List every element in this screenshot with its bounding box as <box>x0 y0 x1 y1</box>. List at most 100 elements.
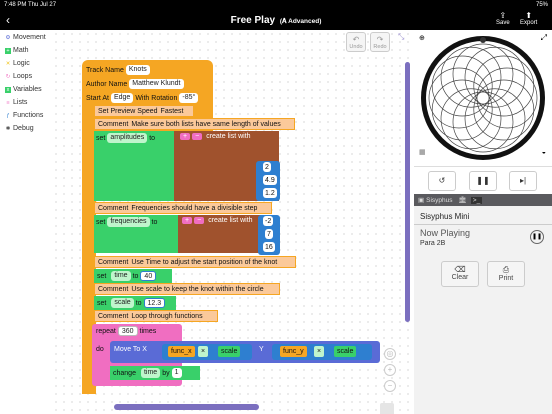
track-name: Para 2B <box>420 240 446 247</box>
zoom-out-icon[interactable]: − <box>384 380 396 392</box>
preview-speed-value[interactable]: Fastest <box>161 108 184 115</box>
logic-icon: ✕ <box>5 60 11 67</box>
export-button[interactable]: ⬆ Export <box>520 11 537 26</box>
save-label: Save <box>496 20 510 26</box>
category-logic[interactable]: ✕ Logic <box>0 57 52 70</box>
variable-dropdown[interactable]: time <box>111 271 131 281</box>
amp-value-1[interactable]: 2 <box>263 162 271 172</box>
category-lists[interactable]: ≡ Lists <box>0 96 52 109</box>
comment-block-4[interactable]: Comment Use scale to keep the knot within… <box>94 283 280 295</box>
category-label: Functions <box>13 112 44 119</box>
print-button[interactable]: ⎙ Print <box>487 261 525 287</box>
minus-icon[interactable]: − <box>192 133 203 140</box>
scale-variable[interactable]: scale <box>334 346 357 357</box>
amp-value-3[interactable]: 1.2 <box>263 188 277 198</box>
export-label: Export <box>520 20 538 26</box>
building-icon[interactable]: 🏛 <box>459 196 467 204</box>
zoom-reset-icon[interactable]: ◎ <box>384 348 396 360</box>
comment-block-2[interactable]: Comment Frequencies should have a divisib… <box>94 202 272 214</box>
variable-dropdown[interactable]: scale <box>111 298 134 308</box>
preview-speed-block[interactable]: Set Preview Speed Fastest <box>94 105 194 117</box>
advanced-badge[interactable]: (𝐀 Advanced) <box>280 18 322 25</box>
set-label: set <box>97 272 107 280</box>
freq-value-1[interactable]: -2 <box>263 216 274 226</box>
comment-text[interactable]: Loop through functions <box>131 313 202 320</box>
undo-button[interactable]: ↶ Undo <box>346 32 366 52</box>
pause-circle-icon[interactable]: ❚❚ <box>530 230 544 244</box>
redo-button[interactable]: ↷ Redo <box>370 32 390 52</box>
device-info: Sisyphus Mini Now Playing Para 2B ❚❚ <box>414 206 552 414</box>
category-debug[interactable]: ✱ Debug <box>0 122 52 135</box>
speed-icon[interactable]: ◒ <box>542 149 546 156</box>
comment-text[interactable]: Make sure both lists have same length of… <box>131 121 280 128</box>
sand-table-preview <box>421 36 545 160</box>
to-label: to <box>151 218 158 226</box>
pause-icon[interactable]: ❚❚ <box>469 171 497 191</box>
set-label: set <box>96 218 106 226</box>
category-variables[interactable]: x Variables <box>0 83 52 96</box>
variable-dropdown[interactable]: amplitudes <box>107 133 148 143</box>
set-scale-block[interactable]: set scale to 12.3 <box>94 296 176 310</box>
expand-icon[interactable]: ⤢ <box>541 33 547 43</box>
variable-dropdown[interactable]: time <box>140 368 161 378</box>
comment-label: Comment <box>98 312 129 320</box>
start-at-field[interactable]: Edge <box>110 93 134 103</box>
comment-block-3[interactable]: Comment Use Time to adjust the start posi… <box>94 256 296 268</box>
freq-value-2[interactable]: 7 <box>265 229 273 239</box>
minus-icon[interactable]: − <box>194 217 205 224</box>
time-value[interactable]: 40 <box>140 271 157 281</box>
repeat-count[interactable]: 360 <box>117 326 138 336</box>
comment-block-1[interactable]: Comment Make sure both lists have same le… <box>94 118 295 130</box>
scale-variable[interactable]: scale <box>218 346 241 357</box>
scale-value[interactable]: 12.3 <box>143 298 166 308</box>
collapse-icon[interactable]: ⤡ <box>398 32 404 42</box>
comment-block-5[interactable]: Comment Loop through functions <box>94 310 218 322</box>
device-panel: ⊕ ⤢ ▦ ◒ ↺ ❚❚ ▸| ▣ Sisyphus 🏛 >_ Sisyphus… <box>414 30 552 414</box>
change-time-block[interactable]: change time by 1 <box>110 366 200 380</box>
debug-icon: ✱ <box>5 125 11 132</box>
status-battery: 75% <box>535 2 548 8</box>
times-label: times <box>139 327 157 335</box>
locate-icon[interactable]: ⊕ <box>419 34 425 42</box>
comment-text[interactable]: Use Time to adjust the start position of… <box>131 259 277 266</box>
category-list: ⚙ Movement + Math ✕ Logic ↻ Loops x Variables… <box>0 30 52 414</box>
redo-icon: ↷ <box>376 35 384 44</box>
skip-icon[interactable]: ▸| <box>509 171 537 191</box>
author-field[interactable]: Matthew Klundt <box>129 79 184 89</box>
trash-icon[interactable] <box>380 403 394 414</box>
track-name-field[interactable]: Knots <box>125 65 150 75</box>
category-movement[interactable]: ⚙ Movement <box>0 31 52 44</box>
comment-text[interactable]: Frequencies should have a divisible step <box>131 205 257 212</box>
func-y-call[interactable]: func_y <box>280 346 307 357</box>
grid-icon[interactable]: ▦ <box>419 148 426 156</box>
terminal-icon[interactable]: >_ <box>470 196 483 204</box>
replay-icon[interactable]: ↺ <box>428 171 456 191</box>
horizontal-scrollbar[interactable] <box>114 404 259 410</box>
plus-icon[interactable]: + <box>182 217 193 224</box>
save-icon: ⇪ <box>499 11 507 20</box>
clear-button[interactable]: ⌫ Clear <box>441 261 479 287</box>
save-button[interactable]: ⇪ Save <box>496 11 510 26</box>
multiply-operator[interactable]: × <box>198 346 209 357</box>
amp-value-2[interactable]: 4.9 <box>263 175 277 185</box>
category-loops[interactable]: ↻ Loops <box>0 70 52 83</box>
rotation-field[interactable]: -85° <box>179 93 199 103</box>
freq-value-3[interactable]: 16 <box>263 242 275 252</box>
change-value[interactable]: 1 <box>171 368 182 378</box>
export-icon: ⬆ <box>525 11 533 20</box>
variable-dropdown[interactable]: frequencies <box>107 217 150 227</box>
vertical-scrollbar[interactable] <box>405 62 410 322</box>
pattern-preview: ⊕ ⤢ ▦ ◒ <box>414 30 552 166</box>
func-x-call[interactable]: func_x <box>168 346 195 357</box>
category-math[interactable]: + Math <box>0 44 52 57</box>
undo-label: Undo <box>349 44 363 50</box>
multiply-operator[interactable]: × <box>314 346 325 357</box>
y-label: Y <box>259 346 264 353</box>
category-functions[interactable]: ƒ Functions <box>0 109 52 122</box>
set-time-block[interactable]: set time to 40 <box>94 269 172 283</box>
plus-icon[interactable]: + <box>180 133 191 140</box>
tab-sisyphus[interactable]: Sisyphus <box>426 197 452 204</box>
comment-text[interactable]: Use scale to keep the knot within the ci… <box>131 286 263 293</box>
zoom-in-icon[interactable]: + <box>384 364 396 376</box>
create-list-row-2: + − create list with <box>182 217 253 224</box>
